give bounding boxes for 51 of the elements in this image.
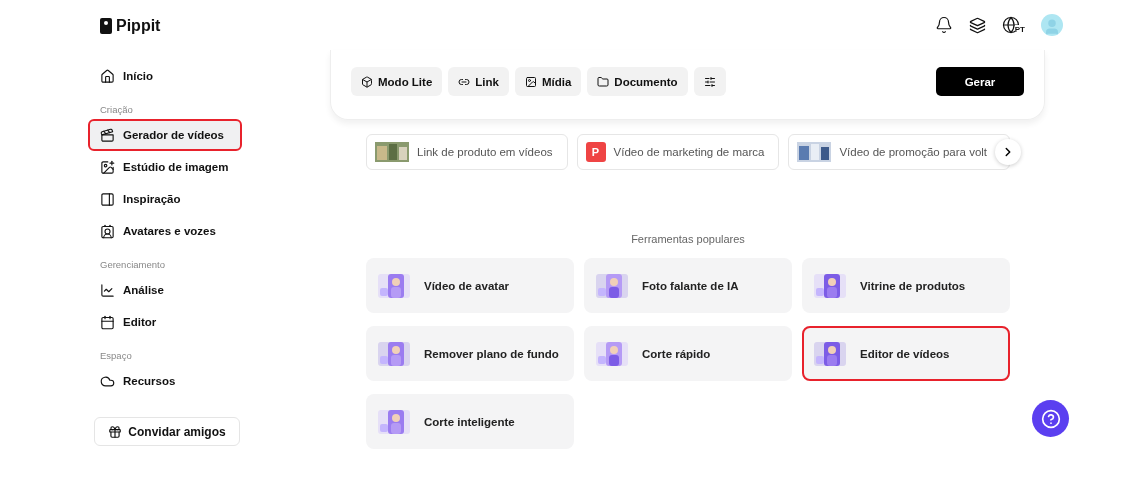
section-label: Espaço — [99, 349, 133, 363]
tool-card[interactable]: Vídeo de avatar — [366, 258, 574, 313]
tool-card[interactable]: Vitrine de produtos — [802, 258, 1010, 313]
sidebar-item[interactable]: Editor — [90, 308, 250, 336]
brand-letter: P — [585, 142, 606, 162]
sidebar-item[interactable]: Início — [90, 62, 250, 90]
stack-icon[interactable] — [968, 16, 986, 34]
suggestion-chip[interactable]: P Vídeo de marketing de marca — [576, 134, 780, 170]
tool-card[interactable]: Remover plano de fundo — [366, 326, 574, 381]
image-icon — [524, 75, 537, 88]
gift-icon — [108, 424, 123, 439]
folder-icon — [597, 75, 610, 88]
sidebar-item[interactable]: Gerador de vídeos — [90, 121, 240, 149]
tool-button[interactable]: Link — [448, 67, 509, 96]
tool-card[interactable]: Corte inteligente — [366, 394, 574, 449]
tool-button[interactable]: Mídia — [514, 67, 582, 96]
sidebar-item[interactable]: Inspiração — [90, 185, 250, 213]
suggestion-chip[interactable]: Link de produto em vídeos — [366, 134, 568, 170]
next-button[interactable] — [995, 139, 1022, 165]
logo-icon — [100, 18, 112, 34]
panel-icon — [100, 191, 115, 207]
section-label: Criação — [99, 103, 134, 117]
home-icon — [100, 68, 115, 84]
tool-button[interactable]: Documento — [587, 67, 688, 96]
suggestion-chip[interactable]: Vídeo de promoção para volt — [788, 134, 1011, 170]
generate-button[interactable]: Gerar — [936, 67, 1024, 96]
image-plus-icon — [100, 159, 115, 175]
section-label: Gerenciamento — [99, 258, 166, 272]
cloud-icon — [100, 373, 115, 389]
sidebar-item[interactable]: Estúdio de imagem — [90, 153, 250, 181]
section-title: Ferramentas populares — [630, 233, 746, 245]
sliders-icon — [703, 75, 716, 88]
tool-button[interactable]: Modo Lite — [351, 67, 443, 96]
help-icon — [1040, 408, 1061, 429]
contact-icon — [100, 223, 115, 239]
help-button[interactable] — [1032, 400, 1069, 437]
tool-card[interactable]: Corte rápido — [584, 326, 792, 381]
tool-card[interactable]: Editor de vídeos — [802, 326, 1010, 381]
bell-icon[interactable] — [934, 16, 953, 34]
invite-button[interactable]: Convidar amigos — [94, 417, 240, 446]
language-button[interactable]: PT — [1001, 16, 1025, 34]
settings-button[interactable] — [693, 67, 726, 96]
sidebar-item[interactable]: Recursos — [90, 367, 250, 395]
tool-card[interactable]: Foto falante de IA — [584, 258, 792, 313]
chart-icon — [100, 282, 115, 298]
clapperboard-icon — [100, 127, 115, 143]
sidebar-item[interactable]: Análise — [90, 276, 250, 304]
cube-icon — [361, 75, 373, 88]
logo-text: Pippit — [116, 17, 161, 35]
sidebar-item[interactable]: Avatares e vozes — [90, 217, 250, 245]
calendar-icon — [100, 314, 115, 330]
